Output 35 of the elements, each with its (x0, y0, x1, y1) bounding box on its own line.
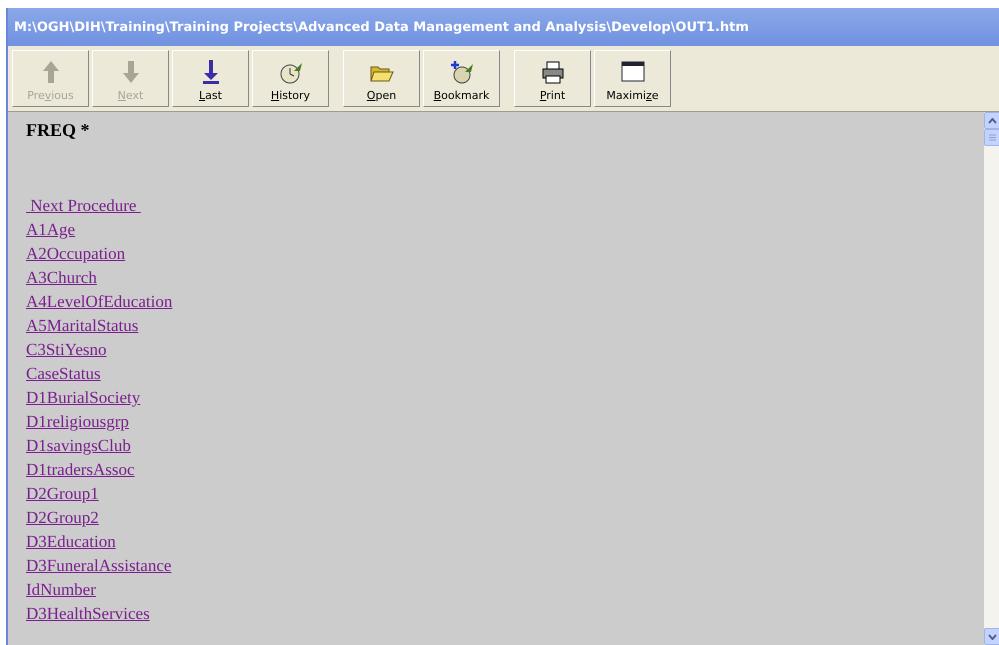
variable-link[interactable]: IdNumber (26, 578, 96, 602)
window-title: M:\OGH\DIH\Training\Training Projects\Advanced Data Management and Analysis\Develop\OUT1.htm (8, 8, 999, 46)
variable-link[interactable]: A3Church (26, 266, 97, 290)
variable-link[interactable]: A4LevelOfEducation (26, 290, 172, 314)
variable-link[interactable]: D3HealthServices (26, 602, 150, 626)
variable-link[interactable]: A2Occupation (26, 242, 126, 266)
scroll-up-button[interactable] (984, 112, 999, 129)
down-caret-icon (988, 634, 997, 640)
variable-link[interactable]: C3StiYesno (26, 338, 106, 362)
variable-link[interactable]: D1BurialSociety (26, 386, 140, 410)
variable-link[interactable]: Next Procedure (26, 194, 141, 218)
variable-link[interactable]: D3FuneralAssistance (26, 554, 172, 578)
variable-link[interactable]: D1tradersAssoc (26, 458, 135, 482)
scrollbar[interactable] (984, 112, 999, 645)
variable-link[interactable]: D3Education (26, 530, 116, 554)
variable-link[interactable]: D2Group2 (26, 506, 99, 530)
variable-link[interactable]: A5MaritalStatus (26, 314, 138, 338)
toolbar-button[interactable]: Open (343, 50, 420, 107)
variable-link[interactable]: D1religiousgrp (26, 410, 129, 434)
toolbar-button[interactable]: Bookmark (423, 50, 500, 107)
toolbar-button[interactable]: History (252, 50, 329, 107)
scroll-thumb[interactable] (984, 129, 999, 146)
toolbar-button[interactable]: Last (172, 50, 249, 107)
up-caret-icon (988, 118, 997, 124)
toolbar-button[interactable]: Print (514, 50, 591, 107)
bookmark-globe-icon (448, 59, 474, 85)
variable-link[interactable]: A1Age (26, 218, 76, 242)
scroll-down-button[interactable] (984, 628, 999, 645)
variable-link[interactable]: D2Group1 (26, 482, 99, 506)
grip-icon (988, 134, 997, 141)
variable-link[interactable]: CaseStatus (26, 362, 101, 386)
page-heading: FREQ * (26, 120, 91, 142)
toolbar-button[interactable]: Maximize (594, 50, 671, 107)
variable-link[interactable]: D1savingsClub (26, 434, 131, 458)
printer-icon (540, 59, 566, 85)
